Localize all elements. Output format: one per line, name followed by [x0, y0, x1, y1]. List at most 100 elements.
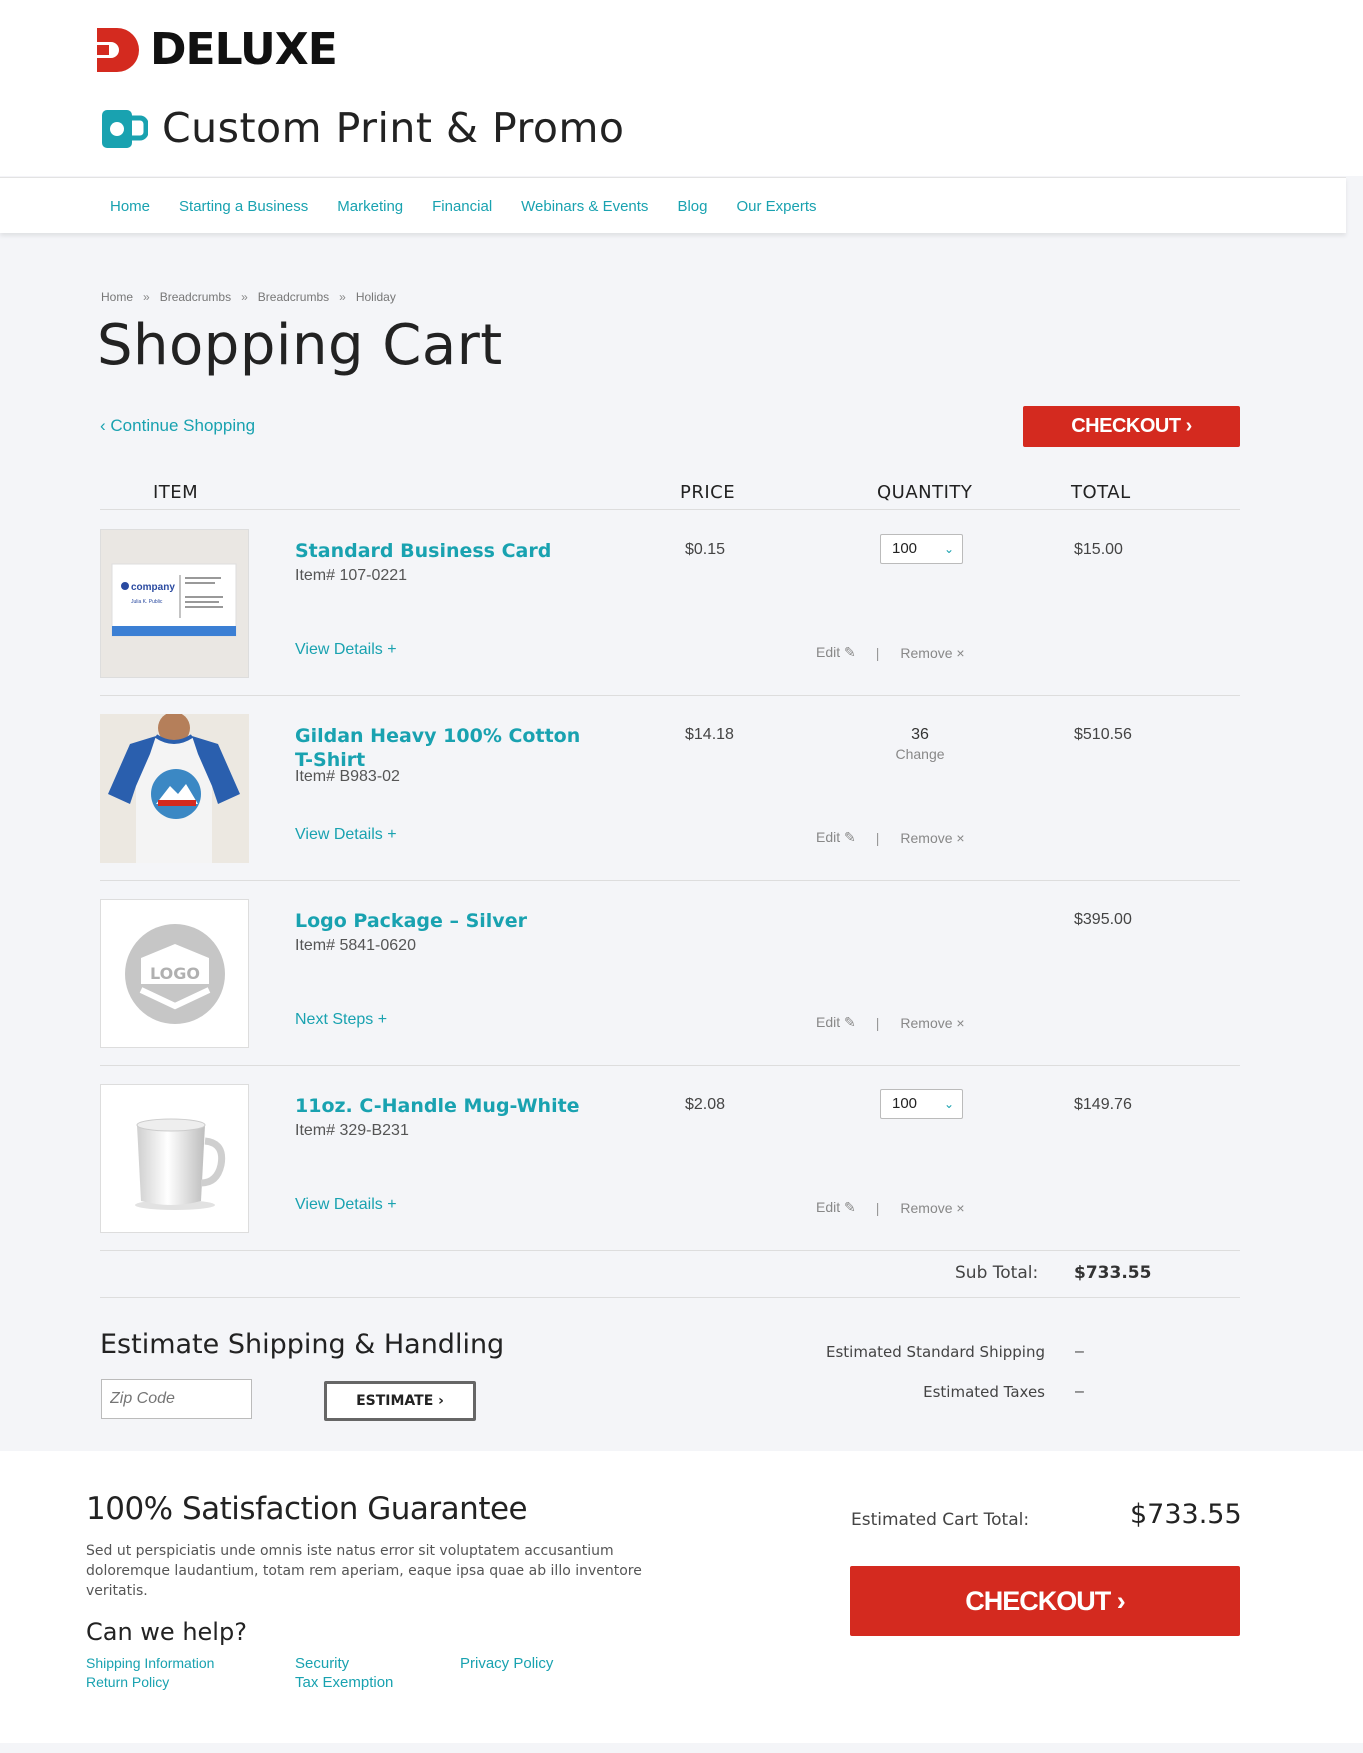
product-name[interactable]: Standard Business Card [295, 539, 595, 563]
product-thumbnail[interactable]: company Julia K. Public [100, 529, 249, 678]
edit-link[interactable]: Edit ✎ [816, 1014, 856, 1031]
next-steps-link[interactable]: Next Steps + [295, 1011, 387, 1029]
column-price: PRICE [680, 482, 736, 503]
close-icon: × [956, 829, 965, 846]
view-details-link[interactable]: View Details + [295, 641, 397, 659]
breadcrumb-item[interactable]: Breadcrumbs [258, 290, 329, 304]
nav-starting-business[interactable]: Starting a Business [179, 198, 308, 215]
subtotal-value: $733.55 [1074, 1263, 1152, 1283]
quantity-value: 100 [892, 540, 918, 557]
product-name[interactable]: 11oz. C-Handle Mug-White [295, 1094, 595, 1118]
breadcrumb-item[interactable]: Home [101, 290, 133, 304]
divider: | [875, 829, 880, 846]
product-thumbnail[interactable]: LOGO [100, 899, 249, 1048]
nav-blog[interactable]: Blog [677, 198, 707, 215]
shipping-title: Estimate Shipping & Handling [100, 1329, 505, 1360]
help-heading: Can we help? [86, 1618, 247, 1646]
edit-link[interactable]: Edit ✎ [816, 829, 856, 846]
page-title: Shopping Cart [97, 313, 503, 378]
main-nav: Home Starting a Business Marketing Finan… [0, 177, 1346, 233]
divider: | [875, 644, 880, 661]
product-total: $395.00 [1074, 911, 1132, 928]
chevron-right-icon: › [433, 1393, 444, 1409]
product-item-number: Item# 107-0221 [295, 567, 408, 584]
product-name[interactable]: Gildan Heavy 100% Cotton T-Shirt [295, 724, 595, 772]
column-total: TOTAL [1071, 482, 1131, 503]
business-card-image: company Julia K. Public [101, 530, 248, 677]
mug-image [135, 1118, 226, 1210]
return-policy-link[interactable]: Return Policy [86, 1674, 169, 1690]
breadcrumb-separator: » [241, 290, 248, 304]
cart-total-value: $733.55 [1130, 1499, 1242, 1530]
cart-total-label: Estimated Cart Total: [851, 1510, 1030, 1530]
card-person-text: Julia K. Public [131, 599, 163, 605]
nav-webinars-events[interactable]: Webinars & Events [521, 198, 648, 215]
product-item-number: Item# 5841-0620 [295, 937, 416, 954]
cart-table-header: ITEM PRICE QUANTITY TOTAL [100, 480, 1240, 510]
edit-icon: ✎ [844, 644, 856, 660]
column-item: ITEM [153, 482, 199, 503]
deluxe-logo[interactable]: DELUXE [97, 26, 338, 74]
breadcrumb: Home » Breadcrumbs » Breadcrumbs » Holid… [101, 290, 406, 304]
estimated-taxes-value: – [1075, 1383, 1084, 1400]
nav-our-experts[interactable]: Our Experts [736, 198, 816, 215]
quantity-value: 36 [911, 726, 929, 743]
edit-icon: ✎ [844, 1199, 856, 1215]
nav-financial[interactable]: Financial [432, 198, 492, 215]
checkout-button-bottom[interactable]: CHECKOUT › [850, 1566, 1240, 1636]
change-quantity-link[interactable]: Change [890, 746, 950, 762]
remove-label: Remove [900, 1199, 953, 1216]
product-price: $14.18 [685, 726, 734, 743]
remove-link[interactable]: Remove × [900, 1200, 964, 1216]
remove-link[interactable]: Remove × [900, 830, 964, 846]
breadcrumb-item[interactable]: Holiday [356, 290, 396, 304]
close-icon: × [956, 644, 965, 661]
guarantee-heading: 100% Satisfaction Guarantee [86, 1491, 528, 1527]
tax-exemption-link[interactable]: Tax Exemption [295, 1674, 393, 1691]
close-icon: × [956, 1014, 965, 1031]
deluxe-d-icon [97, 27, 139, 72]
view-details-link[interactable]: View Details + [295, 1196, 397, 1214]
continue-shopping-label: Continue Shopping [110, 416, 256, 435]
quantity-select[interactable]: 100 ⌄ [880, 1089, 963, 1119]
product-name[interactable]: Logo Package – Silver [295, 909, 595, 933]
quantity-select[interactable]: 100 ⌄ [880, 534, 963, 564]
security-link[interactable]: Security [295, 1655, 349, 1672]
nav-home[interactable]: Home [110, 198, 150, 215]
edit-link[interactable]: Edit ✎ [816, 1199, 856, 1216]
breadcrumb-separator: » [339, 290, 346, 304]
continue-shopping-link[interactable]: ‹ Continue Shopping [100, 416, 255, 436]
product-price: $0.15 [685, 541, 726, 558]
edit-link[interactable]: Edit ✎ [816, 644, 856, 661]
estimate-button[interactable]: ESTIMATE › [324, 1381, 476, 1421]
checkout-button-top[interactable]: CHECKOUT › [1023, 406, 1240, 447]
edit-label: Edit [816, 1014, 841, 1030]
checkout-label: CHECKOUT [965, 1585, 1111, 1616]
site-header: DELUXE Custom Print & Promo [0, 0, 1363, 176]
custom-print-brand[interactable]: Custom Print & Promo [100, 100, 625, 156]
privacy-policy-link[interactable]: Privacy Policy [460, 1655, 553, 1672]
remove-link[interactable]: Remove × [900, 1015, 964, 1031]
cart-row: LOGO Logo Package – Silver Item# 5841-06… [100, 881, 1240, 1066]
footer-bottom-strip [0, 1743, 1363, 1753]
zip-code-input[interactable] [101, 1379, 252, 1419]
logo-text: LOGO [150, 964, 200, 983]
brand-subtitle: Custom Print & Promo [162, 104, 625, 152]
remove-label: Remove [900, 829, 953, 846]
divider: | [875, 1199, 880, 1216]
chevron-down-icon: ⌄ [943, 1097, 954, 1111]
breadcrumb-item[interactable]: Breadcrumbs [160, 290, 231, 304]
remove-link[interactable]: Remove × [900, 645, 964, 661]
product-thumbnail[interactable] [100, 1084, 249, 1233]
t-shirt-image [100, 714, 249, 863]
product-thumbnail[interactable] [100, 714, 249, 863]
cart-row: Gildan Heavy 100% Cotton T-Shirt Item# B… [100, 696, 1240, 881]
estimate-label: ESTIMATE [356, 1393, 434, 1409]
nav-marketing[interactable]: Marketing [337, 198, 403, 215]
column-quantity: QUANTITY [877, 482, 973, 503]
view-details-link[interactable]: View Details + [295, 826, 397, 844]
shipping-information-link[interactable]: Shipping Information [86, 1655, 214, 1671]
cart-row: company Julia K. Public Standard Busines… [100, 511, 1240, 696]
estimated-shipping-label: Estimated Standard Shipping [826, 1343, 1045, 1361]
edit-icon: ✎ [844, 829, 856, 845]
